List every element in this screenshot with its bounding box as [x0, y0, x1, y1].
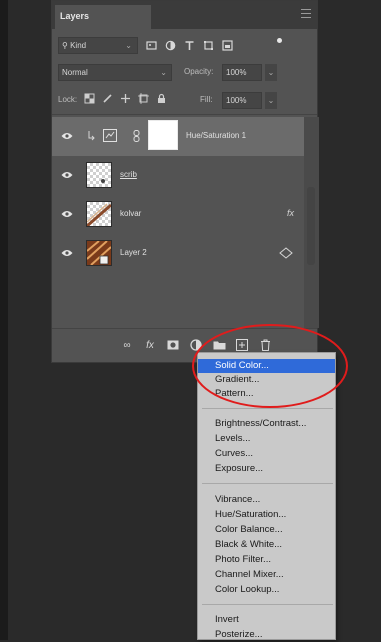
layer-name: Hue/Saturation 1	[186, 131, 247, 140]
adjustment-layer-icon[interactable]	[189, 338, 203, 352]
menu-separator	[202, 408, 333, 409]
scribble-stroke-icon	[101, 179, 105, 183]
new-layer-icon[interactable]	[235, 338, 249, 352]
menu-item-pattern[interactable]: Pattern...	[198, 387, 335, 401]
fill-label: Fill:	[200, 95, 213, 104]
lock-pixels-brush-icon[interactable]	[102, 93, 113, 104]
layer-effects-fx-icon[interactable]: fx	[287, 208, 294, 218]
menu-item-hue-saturation[interactable]: Hue/Saturation...	[198, 508, 335, 522]
clipping-arrow-icon	[88, 131, 95, 141]
layer-thumbnail[interactable]	[86, 162, 112, 188]
layers-panel: Layers ⚲ Kind ⌄ Normal ⌄ Opacity: 100% ⌄…	[51, 0, 319, 363]
menu-item-brightness-contrast[interactable]: Brightness/Contrast...	[198, 417, 335, 431]
lock-transparency-icon[interactable]	[84, 93, 95, 104]
layer-thumbnail[interactable]	[86, 201, 112, 228]
filter-toggle-icon[interactable]	[277, 38, 282, 43]
diagonal-stripe-icon	[86, 203, 112, 228]
layer-name: kolvar	[120, 209, 142, 218]
layer-name: Layer 2	[120, 248, 147, 257]
lock-label: Lock:	[58, 95, 78, 104]
menu-item-invert[interactable]: Invert	[198, 613, 335, 627]
adjustment-layer-menu: Solid Color... Gradient... Pattern... Br…	[197, 352, 336, 640]
lock-row: Lock: Fill: 100% ⌄	[58, 92, 310, 110]
lock-all-icon[interactable]	[156, 93, 167, 104]
layers-scrollbar[interactable]	[304, 117, 319, 328]
smart-object-filter-icon[interactable]	[222, 40, 233, 51]
menu-item-black-white[interactable]: Black & White...	[198, 538, 335, 552]
type-filter-icon[interactable]	[184, 40, 195, 51]
layer-row-scrib[interactable]: scrib	[52, 156, 304, 195]
menu-item-color-balance[interactable]: Color Balance...	[198, 523, 335, 537]
filter-kind-dropdown[interactable]: ⚲ Kind ⌄	[58, 37, 138, 54]
trash-icon[interactable]	[258, 338, 272, 352]
menu-item-levels[interactable]: Levels...	[198, 432, 335, 446]
layer-thumbnail[interactable]	[86, 240, 112, 266]
chevron-down-icon: ⌄	[125, 41, 132, 50]
layer-name: scrib	[120, 170, 137, 179]
scrollbar-thumb[interactable]	[307, 187, 315, 265]
visibility-eye-icon[interactable]	[61, 132, 73, 140]
smart-filter-icon[interactable]	[279, 247, 293, 259]
menu-item-channel-mixer[interactable]: Channel Mixer...	[198, 568, 335, 582]
menu-item-solid-color[interactable]: Solid Color...	[198, 359, 335, 373]
layer-row-kolvar[interactable]: kolvar fx	[52, 195, 304, 234]
shape-filter-icon[interactable]	[203, 40, 214, 51]
menu-item-photo-filter[interactable]: Photo Filter...	[198, 553, 335, 567]
layer-mask-thumbnail[interactable]	[148, 120, 178, 150]
left-edge-strip	[0, 0, 8, 640]
fill-chevron-icon[interactable]: ⌄	[265, 92, 277, 109]
lock-artboard-icon[interactable]	[138, 93, 149, 104]
adjustment-filter-icon[interactable]	[165, 40, 176, 51]
visibility-eye-icon[interactable]	[61, 249, 73, 257]
link-chain-icon[interactable]	[133, 130, 140, 142]
layers-tab[interactable]: Layers	[55, 5, 151, 29]
opacity-label: Opacity:	[184, 67, 214, 76]
panel-tabbar: Layers	[52, 1, 317, 29]
filter-row: ⚲ Kind ⌄	[58, 37, 310, 55]
panel-menu-icon[interactable]	[301, 9, 311, 18]
layer-row-layer-2[interactable]: Layer 2	[52, 234, 304, 273]
menu-separator	[202, 604, 333, 605]
fill-field[interactable]: 100%	[222, 92, 262, 109]
blend-row: Normal ⌄ Opacity: 100% ⌄	[58, 64, 310, 82]
visibility-eye-icon[interactable]	[61, 171, 73, 179]
menu-item-color-lookup[interactable]: Color Lookup...	[198, 583, 335, 597]
blend-mode-dropdown[interactable]: Normal ⌄	[58, 64, 172, 81]
menu-item-exposure[interactable]: Exposure...	[198, 462, 335, 476]
layer-row-hue-saturation[interactable]: Hue/Saturation 1	[52, 117, 304, 156]
hue-saturation-adjustment-icon	[103, 129, 117, 142]
opacity-chevron-icon[interactable]: ⌄	[265, 64, 277, 81]
menu-item-curves[interactable]: Curves...	[198, 447, 335, 461]
filter-kind-label: Kind	[70, 41, 87, 50]
blend-mode-value: Normal	[62, 68, 88, 77]
link-layers-icon[interactable]: ∞	[120, 338, 134, 352]
add-mask-icon[interactable]	[166, 338, 180, 352]
add-style-fx-button[interactable]: fx	[143, 338, 157, 352]
toolbar-divider	[52, 114, 317, 115]
menu-separator	[202, 483, 333, 484]
menu-item-gradient[interactable]: Gradient...	[198, 373, 335, 387]
opacity-field[interactable]: 100%	[222, 64, 262, 81]
new-group-folder-icon[interactable]	[212, 338, 226, 352]
lock-position-move-icon[interactable]	[120, 93, 131, 104]
wood-stripes-image-icon	[86, 240, 112, 266]
menu-item-vibrance[interactable]: Vibrance...	[198, 493, 335, 507]
chevron-down-icon: ⌄	[160, 68, 167, 77]
image-filter-icon[interactable]	[146, 40, 157, 51]
search-icon: ⚲	[62, 41, 68, 50]
visibility-eye-icon[interactable]	[61, 210, 73, 218]
